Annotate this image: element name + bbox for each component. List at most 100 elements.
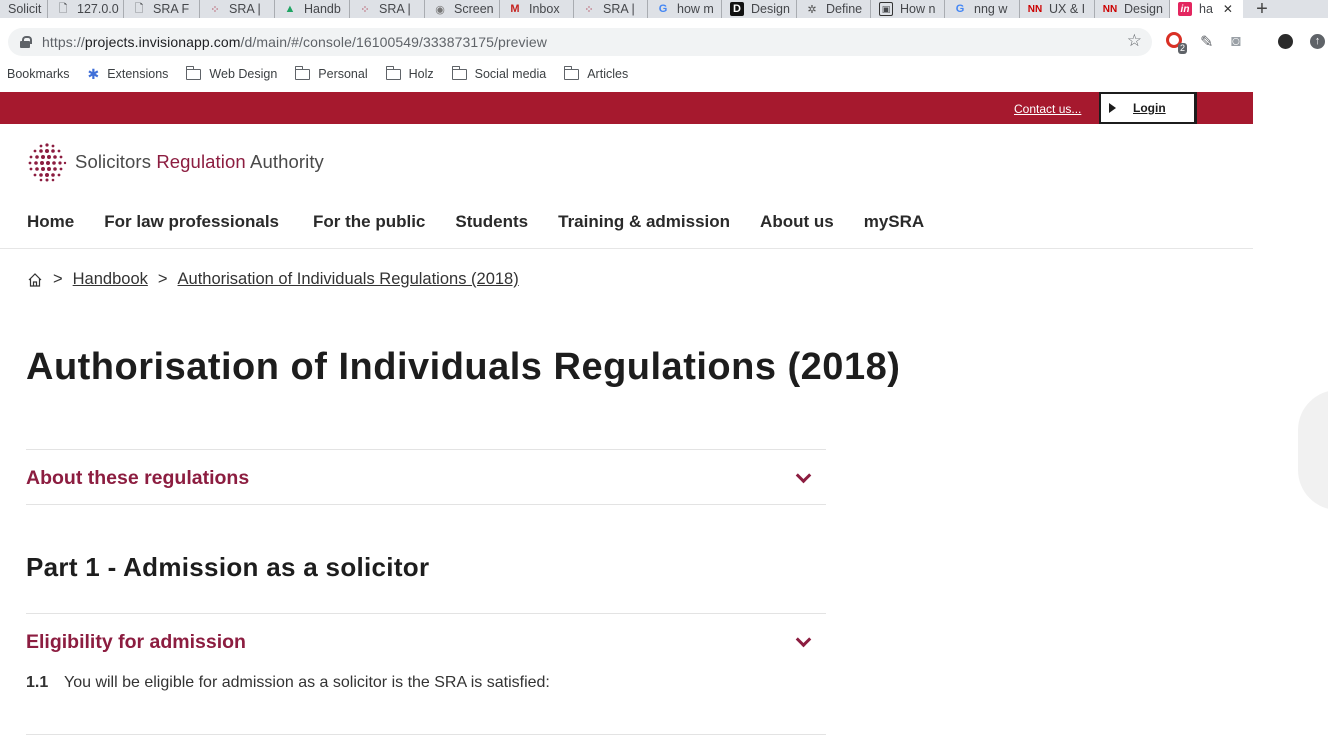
bookmark-label: Extensions [107,67,169,81]
camera-icon: ◉ [435,3,445,16]
folder-icon [564,65,580,80]
browser-tab[interactable]: ⁘ SRA | [200,0,275,18]
bookmarks-label[interactable]: Bookmarks [7,67,70,81]
folder-icon [385,65,401,80]
browser-tab[interactable]: NN Design [1095,0,1170,18]
browser-tab[interactable]: 🗋 127.0.0 [48,0,124,18]
site-top-bar: Contact us... Login [0,92,1253,124]
nav-item-about[interactable]: About us [760,212,834,232]
browser-tab[interactable]: D Design [722,0,797,18]
browser-tab[interactable]: ▲ Handb [275,0,350,18]
url-path: /d/main/#/console/16100549/333873175/pre… [240,34,547,50]
breadcrumb-current[interactable]: Authorisation of Individuals Regulations… [178,270,519,289]
bookmark-star-icon[interactable]: ☆ [1127,31,1142,51]
tab-label: Screen [454,2,494,16]
home-icon[interactable] [27,272,43,288]
browser-toolbar: https://projects.invisionapp.com/d/main/… [0,26,1328,58]
logo-wordmark: Solicitors Regulation Authority [75,151,324,173]
accordion-eligibility[interactable]: Eligibility for admission [26,613,826,663]
avatar[interactable] [1278,34,1293,49]
document-icon: 🗋 [58,2,68,15]
close-icon[interactable]: ✕ [1223,2,1233,16]
puzzle-icon: ✱ [87,65,100,82]
sra-logo[interactable]: Solicitors Regulation Authority [27,142,324,182]
breadcrumb: > Handbook > Authorisation of Individual… [27,270,519,289]
browser-tab[interactable]: Solicit [0,0,48,18]
tab-label: SRA | [379,2,411,16]
bookmark-folder[interactable]: Holz [385,65,434,81]
nav-item-mysra[interactable]: mySRA [864,212,924,232]
tree-icon: ✲ [807,3,817,16]
tab-label: nng w [974,2,1008,16]
breadcrumb-separator: > [157,270,168,288]
divider [26,734,826,735]
bookmark-folder[interactable]: Articles [564,65,628,81]
address-bar[interactable]: https://projects.invisionapp.com/d/main/… [8,28,1152,56]
browser-tab[interactable]: ✲ Define [797,0,871,18]
clause-text: You will be eligible for admission as a … [64,674,550,691]
browser-tab[interactable]: Gnng w [945,0,1020,18]
photo-icon: ▣ [879,2,893,16]
tab-label: SRA F [153,2,190,16]
bookmark-folder[interactable]: Personal [295,65,368,81]
scroll-handle[interactable] [1298,390,1328,510]
login-label: Login [1133,101,1166,115]
accordion-about[interactable]: About these regulations [26,449,826,504]
nn-icon: NN [1027,3,1043,15]
accordion-title: About these regulations [26,467,250,489]
browser-tab[interactable]: Ghow m [648,0,722,18]
logo-word: Authority [250,151,324,172]
login-arrow-icon [1109,103,1117,113]
breadcrumb-handbook[interactable]: Handbook [73,270,148,289]
camera-icon[interactable]: ◙ [1231,33,1241,51]
new-tab-button[interactable]: + [1243,0,1281,18]
sra-favicon: ⁘ [584,3,594,16]
browser-tab[interactable]: 🗋 SRA F [124,0,200,18]
url-text[interactable]: https://projects.invisionapp.com/d/main/… [42,34,547,50]
bookmark-label: Holz [408,67,434,81]
nav-divider [0,248,1253,249]
browser-tab[interactable]: M Inbox [500,0,574,18]
browser-tab[interactable]: ⁘ SRA | [574,0,648,18]
tab-label: How n [900,2,936,16]
url-prefix: https:// [42,34,85,50]
browser-tab-active[interactable]: in ha ✕ [1170,0,1243,18]
browser-tab[interactable]: ▣ How n [871,0,945,18]
menu-icon[interactable]: ↑ [1310,34,1325,49]
tab-label: Design [751,2,790,16]
bookmark-label: Social media [474,67,547,81]
d-icon: D [730,2,744,16]
sra-favicon: ⁘ [360,3,370,16]
bookmark-folder[interactable]: Social media [451,65,547,81]
eyedropper-icon[interactable]: ✎ [1200,32,1213,52]
url-host: projects.invisionapp.com [84,34,241,50]
folder-icon [186,65,202,80]
accordion-title: Eligibility for admission [26,631,246,653]
bookmark-extensions[interactable]: ✱ Extensions [88,66,169,83]
browser-tab[interactable]: ⁘ SRA | [350,0,425,18]
extension-badge: 2 [1178,43,1188,54]
nav-item-public[interactable]: For the public [313,212,425,232]
login-button[interactable]: Login [1099,92,1197,124]
clause-number: 1.1 [26,674,49,691]
tab-label: Design [1124,2,1163,16]
bookmarks-bar: Bookmarks ✱ Extensions Web Design Persona… [0,64,1328,84]
browser-tab[interactable]: NN UX & I [1020,0,1095,18]
nav-item-students[interactable]: Students [455,212,528,232]
main-nav: Home For law professionals For the publi… [27,212,954,232]
contact-link[interactable]: Contact us... [1014,102,1081,116]
logo-word: Regulation [156,151,246,172]
bookmark-label: Web Design [209,67,278,81]
chevron-down-icon [795,467,812,484]
nav-item-home[interactable]: Home [27,212,74,232]
nav-item-law-professionals[interactable]: For law professionals [104,212,279,232]
tab-label: 127.0.0 [77,2,119,16]
nav-item-training[interactable]: Training & admission [558,212,730,232]
logo-word: Solicitors [75,151,152,172]
bookmark-folder[interactable]: Web Design [186,65,278,81]
tab-label: Inbox [529,2,560,16]
tab-label: Define [826,2,863,16]
browser-tab[interactable]: ◉ Screen [425,0,500,18]
page-title: Authorisation of Individuals Regulations… [26,346,901,388]
tab-label: UX & I [1049,2,1086,16]
